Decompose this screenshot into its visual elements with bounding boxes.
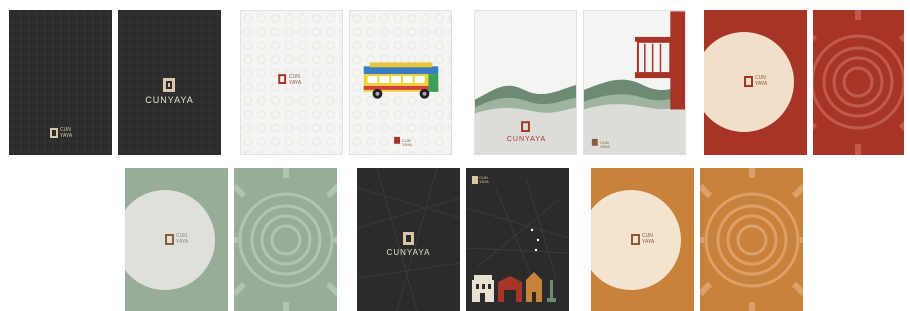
line-pattern bbox=[357, 168, 460, 311]
sun-motif bbox=[234, 168, 337, 311]
cover-white-bus: CUN YAYA bbox=[349, 10, 452, 155]
brand-short-bottom: YAYA bbox=[60, 133, 73, 139]
logo-icon bbox=[403, 232, 414, 245]
cover-white-logo: CUN YAYA bbox=[240, 10, 343, 155]
cover-dark-small-logo: CUN YAYA bbox=[9, 10, 112, 155]
map-lines bbox=[466, 177, 569, 289]
cover-waves-balcony: CUN YAYA bbox=[583, 10, 686, 155]
brand-name: CUNYAYA bbox=[145, 95, 194, 105]
logo-icon bbox=[50, 128, 58, 138]
logo-icon bbox=[278, 74, 287, 84]
brand-short-bottom: YAYA bbox=[600, 144, 610, 149]
cover-red-circle: CUN YAYA bbox=[704, 10, 807, 155]
logo-icon bbox=[591, 138, 598, 146]
brand-name: CUNYAYA bbox=[506, 136, 547, 143]
logo-icon bbox=[394, 136, 401, 144]
map-point bbox=[530, 228, 534, 232]
cover-ochre-circle: CUN YAYA bbox=[591, 168, 694, 311]
logo-icon bbox=[165, 234, 174, 245]
sun-motif bbox=[700, 168, 803, 311]
cover-sage-sun bbox=[234, 168, 337, 311]
map-point bbox=[536, 238, 540, 242]
cover-dark-map-buildings: CUN YAYA bbox=[466, 168, 569, 311]
cover-ochre-sun bbox=[700, 168, 803, 311]
brand-name: CUNYAYA bbox=[386, 248, 431, 257]
brand-short-bottom: YAYA bbox=[402, 142, 412, 147]
sun-motif bbox=[813, 10, 904, 155]
cover-dark-centered-logo: CUNYAYA bbox=[118, 10, 221, 155]
cover-sage-circle: CUN YAYA bbox=[125, 168, 228, 311]
brand-short-bottom: YAYA bbox=[176, 239, 189, 245]
brand-short-bottom: YAYA bbox=[479, 179, 489, 184]
cover-dark-lines-logo: CUNYAYA bbox=[357, 168, 460, 311]
waves-graphic bbox=[475, 84, 576, 154]
brand-short-bottom: YAYA bbox=[755, 81, 768, 87]
map-point bbox=[534, 248, 538, 252]
cover-waves-logo: CUNYAYA bbox=[474, 10, 577, 155]
logo-icon bbox=[472, 176, 478, 184]
cover-red-sun bbox=[813, 10, 904, 155]
brand-short-bottom: YAYA bbox=[642, 239, 655, 245]
logo-icon bbox=[744, 76, 753, 87]
logo-icon bbox=[521, 121, 530, 133]
brand-short-bottom: YAYA bbox=[289, 80, 302, 86]
buildings-illustration bbox=[472, 272, 556, 302]
logo-icon bbox=[631, 234, 640, 245]
logo-icon bbox=[163, 78, 175, 92]
